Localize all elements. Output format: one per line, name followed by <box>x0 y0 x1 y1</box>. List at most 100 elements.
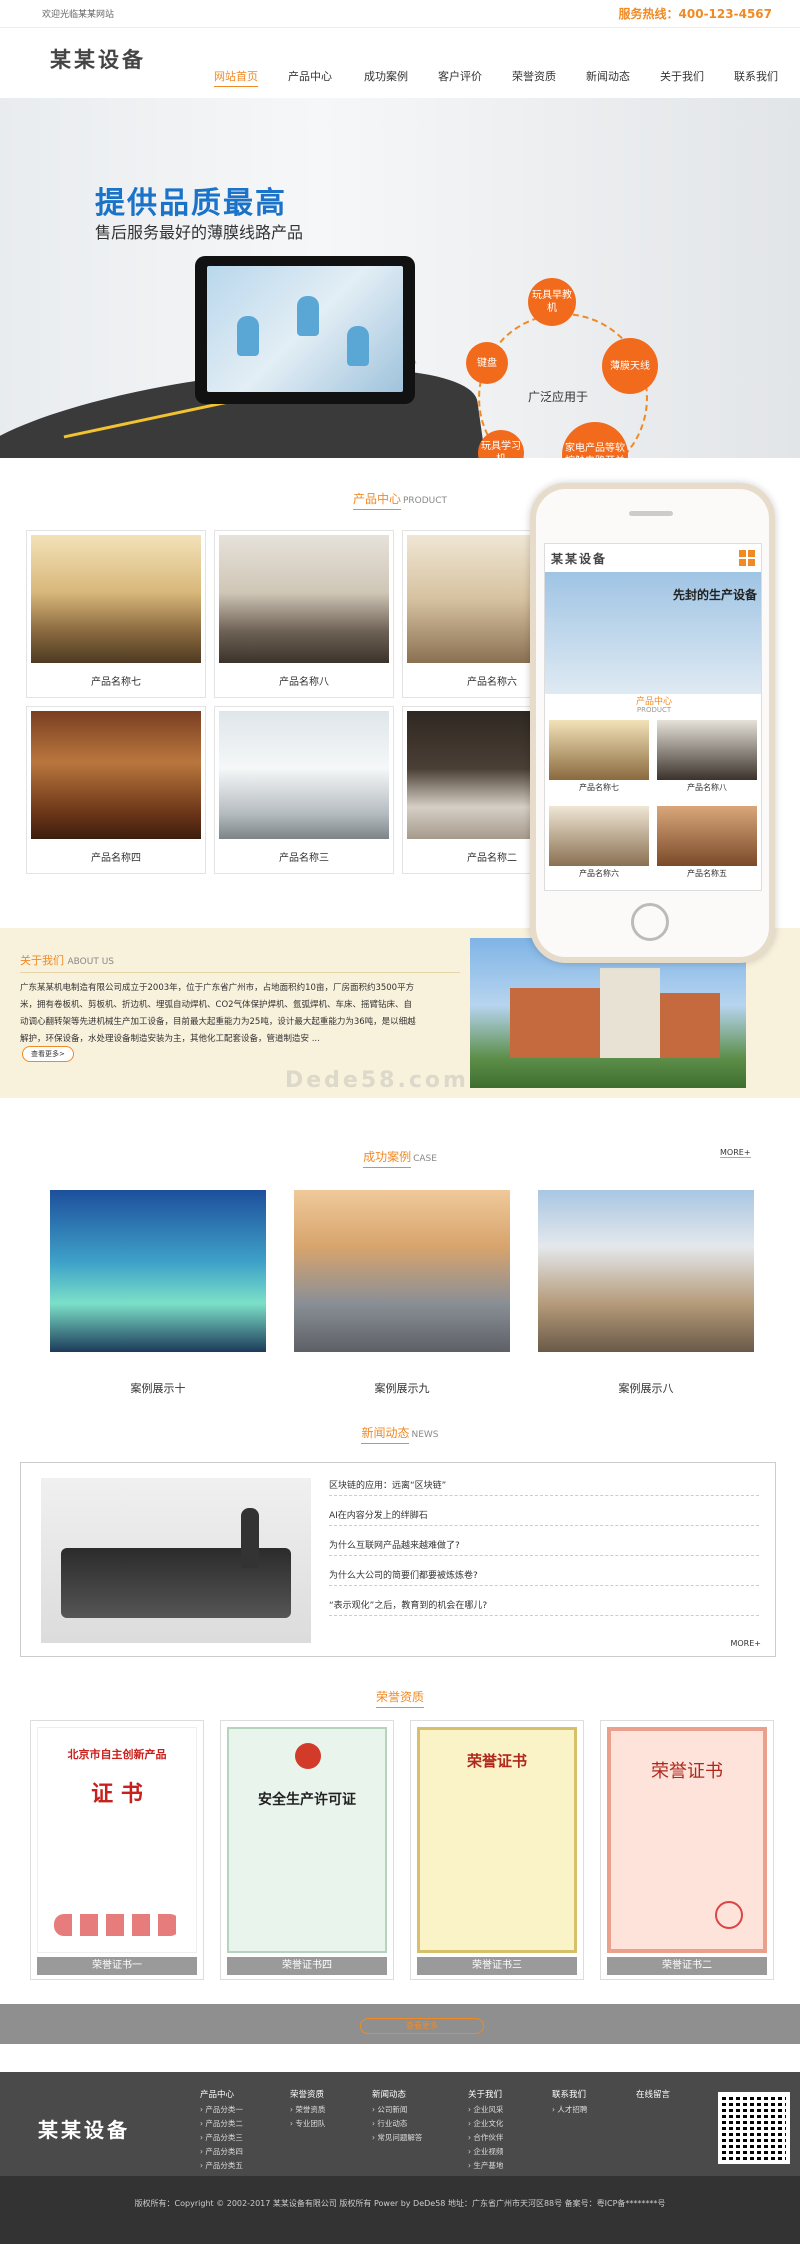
product-name: 产品名称三 <box>279 853 329 864</box>
certificate-name: 荣誉证书三 <box>417 1957 577 1975</box>
about-more-button[interactable]: 查看更多> <box>22 1046 74 1062</box>
footer-link[interactable]: › 企业风采 <box>468 2103 503 2117</box>
mobile-preview: 某某设备 先封的生产设备 产品中心 PRODUCT 产品名称七 产品名称八 产品… <box>530 483 775 963</box>
case-name: 案例展示八 <box>618 1382 674 1395</box>
footer-col-title[interactable]: 荣誉资质 <box>290 2088 325 2100</box>
footer-link[interactable]: › 专业团队 <box>290 2117 325 2131</box>
certificate-image: 北京市自主创新产品 证 书 <box>37 1727 197 1953</box>
product-card[interactable]: 产品名称七 <box>26 530 206 698</box>
phone-home-button <box>631 903 669 941</box>
footer-col-contact: 联系我们 › 人才招聘 <box>552 2088 587 2117</box>
product-card[interactable]: 产品名称四 <box>26 706 206 874</box>
news-item[interactable]: AI在内容分发上的绊脚石 <box>329 1498 759 1526</box>
mobile-product-card: 产品名称五 <box>657 806 757 884</box>
footer-link[interactable]: › 生产基地 <box>468 2159 503 2173</box>
footer-col-title[interactable]: 联系我们 <box>552 2088 587 2100</box>
footer-col-title[interactable]: 产品中心 <box>200 2088 243 2100</box>
news-more-link[interactable]: MORE+ <box>730 1639 761 1648</box>
banner-subtitle: 售后服务最好的薄膜线路产品 <box>95 223 304 242</box>
honors-section-title: 荣誉资质 <box>0 1688 800 1708</box>
nav-products[interactable]: 产品中心 <box>288 68 332 84</box>
product-card[interactable]: 产品名称八 <box>214 530 394 698</box>
product-name: 产品名称八 <box>279 677 329 688</box>
site-logo[interactable]: 某某设备 <box>50 44 146 74</box>
case-image <box>294 1190 510 1352</box>
mobile-banner: 先封的生产设备 <box>545 572 761 694</box>
footer-col-title[interactable]: 新闻动态 <box>372 2088 422 2100</box>
footer-col-title[interactable]: 关于我们 <box>468 2088 503 2100</box>
mobile-product-name: 产品名称七 <box>579 783 619 792</box>
bubble-keyboard: 键盘 <box>466 342 508 384</box>
about-text: 广东某某机电制造有限公司成立于2003年，位于广东省广州市，占地面积约10亩，厂… <box>20 983 416 1044</box>
footer: 某某设备 产品中心 › 产品分类一 › 产品分类二 › 产品分类三 › 产品分类… <box>0 2072 800 2176</box>
cert-heading: 北京市自主创新产品 <box>67 1748 167 1761</box>
cert-heading: 荣誉证书 <box>466 1752 527 1770</box>
main-nav: 网站首页 产品中心 成功案例 客户评价 荣誉资质 新闻动态 关于我们 联系我们 <box>200 28 800 98</box>
footer-link[interactable]: › 企业文化 <box>468 2117 503 2131</box>
honors-more-strip: 查看更多 <box>0 2004 800 2044</box>
certificate-card[interactable]: 北京市自主创新产品 证 书 荣誉证书一 <box>30 1720 204 1980</box>
footer-link[interactable]: › 荣誉资质 <box>290 2103 325 2117</box>
bubble-toy-early-learning: 玩具早教机 <box>528 278 576 326</box>
case-image <box>538 1190 754 1352</box>
mobile-product-card: 产品名称六 <box>549 806 649 884</box>
footer-col-about: 关于我们 › 企业风采 › 企业文化 › 合作伙伴 › 企业视频 › 生产基地 <box>468 2088 503 2173</box>
footer-link[interactable]: › 合作伙伴 <box>468 2131 503 2145</box>
mobile-product-name: 产品名称五 <box>687 869 727 878</box>
hero-banner[interactable]: 提供品质最高 售后服务最好的薄膜线路产品 广泛应用于 玩具早教机 薄膜天线 家电… <box>0 98 800 458</box>
cert-heading: 荣誉证书 <box>651 1761 723 1782</box>
product-image <box>219 711 389 839</box>
phone-speaker <box>629 511 673 516</box>
footer-link[interactable]: › 企业视频 <box>468 2145 503 2159</box>
news-item[interactable]: “表示观化”之后，教育到的机会在哪儿? <box>329 1588 759 1616</box>
certificate-name: 荣誉证书一 <box>37 1957 197 1975</box>
news-item[interactable]: 为什么大公司的简要们都要被炼炼卷? <box>329 1558 759 1586</box>
mobile-menu-icon[interactable] <box>739 550 755 566</box>
top-bar: 欢迎光临某某网站 服务热线：400-123-4567 <box>0 0 800 28</box>
mobile-product-card: 产品名称八 <box>657 720 757 798</box>
footer-link[interactable]: › 产品分类二 <box>200 2117 243 2131</box>
watermark: Dede58.com <box>285 1068 469 1093</box>
product-card[interactable]: 产品名称三 <box>214 706 394 874</box>
certificate-card[interactable]: 荣誉证书 荣誉证书三 <box>410 1720 584 1980</box>
certificate-image: 安全生产许可证 <box>227 1727 387 1953</box>
nav-cases[interactable]: 成功案例 <box>364 68 408 84</box>
nav-honors[interactable]: 荣誉资质 <box>512 68 556 84</box>
footer-link[interactable]: › 产品分类五 <box>200 2159 243 2173</box>
footer-link[interactable]: › 产品分类一 <box>200 2103 243 2117</box>
tablet-image <box>195 256 415 404</box>
certificate-image: 荣誉证书 <box>607 1727 767 1953</box>
footer-col-title[interactable]: 在线留言 <box>636 2088 670 2100</box>
nav-contact[interactable]: 联系我们 <box>734 68 778 84</box>
certificate-name: 荣誉证书二 <box>607 1957 767 1975</box>
mobile-logo: 某某设备 <box>551 552 608 566</box>
nav-reviews[interactable]: 客户评价 <box>438 68 482 84</box>
footer-link[interactable]: › 产品分类四 <box>200 2145 243 2159</box>
copyright-text: 版权所有：Copyright © 2002-2017 某某设备有限公司 版权所有… <box>134 2199 666 2208</box>
honors-more-button[interactable]: 查看更多 <box>360 2018 484 2034</box>
footer-link[interactable]: › 公司新闻 <box>372 2103 422 2117</box>
footer-link[interactable]: › 人才招聘 <box>552 2103 587 2117</box>
news-photo[interactable] <box>41 1478 311 1643</box>
nav-home[interactable]: 网站首页 <box>214 68 258 87</box>
footer-link[interactable]: › 常见问题解答 <box>372 2131 422 2145</box>
cert-heading: 安全生产许可证 <box>258 1792 356 1808</box>
banner-title: 提供品质最高 <box>95 186 287 221</box>
welcome-text: 欢迎光临某某网站 <box>42 10 115 20</box>
news-item[interactable]: 区块链的应用：远离“区块链” <box>329 1468 759 1496</box>
about-title: 关于我们 ABOUT US <box>20 954 115 967</box>
phone-screen: 某某设备 先封的生产设备 产品中心 PRODUCT 产品名称七 产品名称八 产品… <box>544 543 762 891</box>
footer-link[interactable]: › 产品分类三 <box>200 2131 243 2145</box>
certificate-card[interactable]: 荣誉证书 荣誉证书二 <box>600 1720 774 1980</box>
footer-col-news: 新闻动态 › 公司新闻 › 行业动态 › 常见问题解答 <box>372 2088 422 2145</box>
news-section-title: 新闻动态 NEWS <box>0 1424 800 1444</box>
nav-news[interactable]: 新闻动态 <box>586 68 630 84</box>
nav-about[interactable]: 关于我们 <box>660 68 704 84</box>
footer-col-products: 产品中心 › 产品分类一 › 产品分类二 › 产品分类三 › 产品分类四 › 产… <box>200 2088 243 2173</box>
news-item[interactable]: 为什么互联网产品越来越难做了? <box>329 1528 759 1556</box>
certificate-card[interactable]: 安全生产许可证 荣誉证书四 <box>220 1720 394 1980</box>
footer-link[interactable]: › 行业动态 <box>372 2117 422 2131</box>
cases-more-link[interactable]: MORE+ <box>720 1148 751 1158</box>
mobile-products-subtitle: PRODUCT <box>636 706 672 714</box>
footer-logo[interactable]: 某某设备 <box>38 2114 130 2143</box>
